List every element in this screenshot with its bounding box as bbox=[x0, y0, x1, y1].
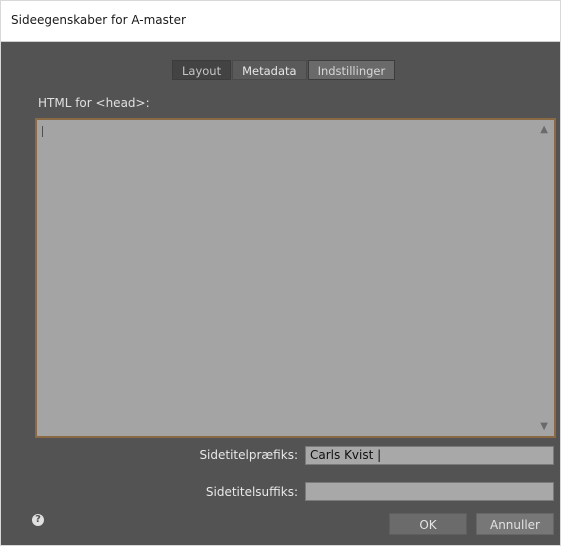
tab-layout[interactable]: Layout bbox=[172, 60, 232, 80]
chevron-up-icon[interactable]: ▲ bbox=[540, 124, 548, 135]
tab-settings[interactable]: Indstillinger bbox=[307, 60, 396, 80]
title-bar: Sideegenskaber for A-master bbox=[1, 1, 560, 42]
tab-bar: Layout Metadata Indstillinger bbox=[172, 60, 396, 80]
title-suffix-label: Sidetitelsuffiks: bbox=[205, 485, 298, 499]
head-html-textarea[interactable]: ▲ ▼ bbox=[35, 118, 556, 438]
tab-metadata[interactable]: Metadata bbox=[232, 60, 307, 80]
title-prefix-label: Sidetitelpræfiks: bbox=[199, 448, 298, 462]
head-html-label: HTML for <head>: bbox=[38, 96, 150, 110]
window-title: Sideegenskaber for A-master bbox=[11, 13, 186, 27]
title-prefix-field[interactable]: Carls Kvist | bbox=[305, 446, 554, 465]
chevron-down-icon[interactable]: ▼ bbox=[540, 421, 548, 432]
title-suffix-field[interactable] bbox=[305, 482, 554, 501]
dialog-window: Sideegenskaber for A-master Layout Metad… bbox=[0, 0, 561, 546]
help-icon[interactable]: ? bbox=[32, 514, 44, 526]
text-caret bbox=[42, 126, 43, 137]
ok-button[interactable]: OK bbox=[389, 513, 467, 535]
cancel-button[interactable]: Annuller bbox=[476, 513, 554, 535]
